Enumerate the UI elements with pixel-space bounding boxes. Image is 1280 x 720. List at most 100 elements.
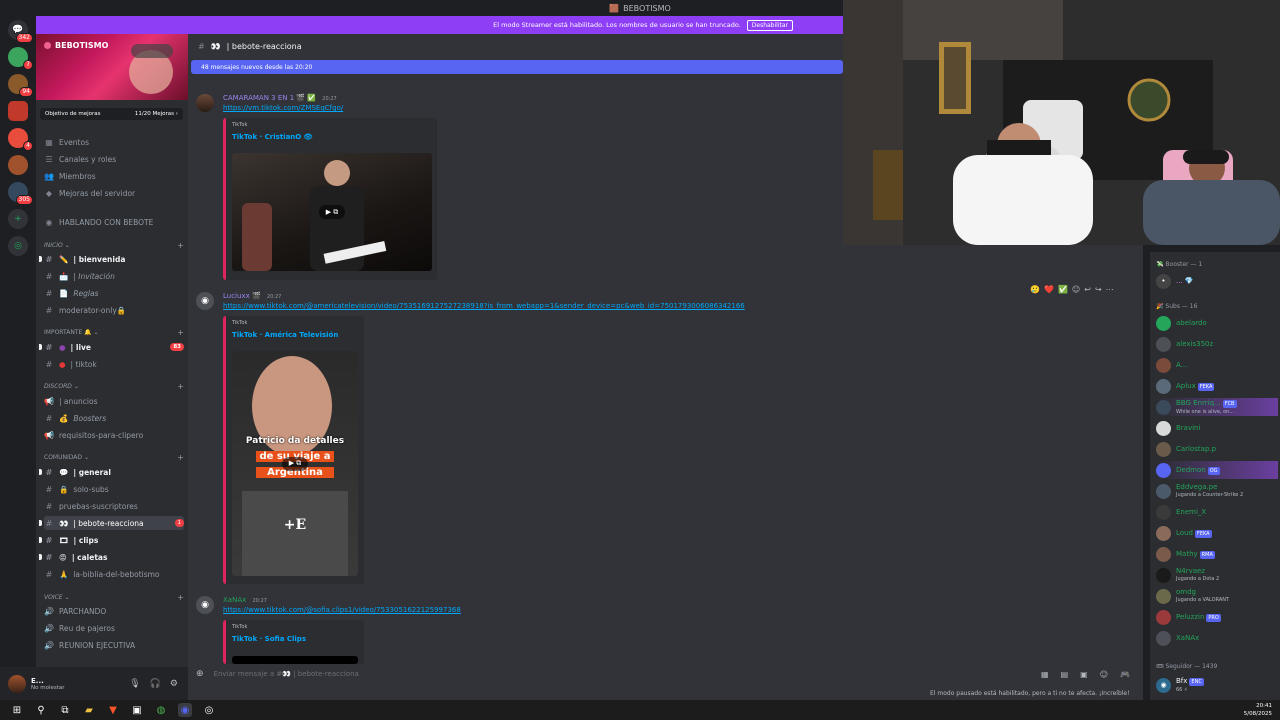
video-thumbnail[interactable]: [232, 656, 358, 664]
add-channel-icon[interactable]: +: [177, 593, 184, 602]
channel-live[interactable]: # ● | live 83: [39, 340, 184, 354]
channel-clips[interactable]: # 🎞 | clips: [39, 533, 184, 547]
apps-icon[interactable]: 🎮: [1120, 670, 1130, 679]
member-item[interactable]: abelardo: [1156, 314, 1278, 332]
category-inicio[interactable]: INICIO ⌄ +: [44, 241, 184, 250]
channel-caletas[interactable]: # 😡 | caletas: [39, 550, 184, 564]
avatar[interactable]: [196, 94, 214, 112]
server-icon[interactable]: 4: [8, 128, 33, 151]
boost-goal-bar[interactable]: Objetivo de mejoras 11/20 Mejoras ›: [40, 108, 183, 120]
gear-icon[interactable]: ⚙: [170, 679, 178, 689]
forward-icon[interactable]: ↪: [1095, 285, 1102, 294]
channel-boosters[interactable]: # 💰 Boosters: [44, 411, 184, 425]
play-icon[interactable]: ▶ ⧉: [319, 205, 345, 219]
category-voice[interactable]: VOICE ⌄ +: [44, 593, 184, 602]
sticker-icon[interactable]: ▣: [1080, 670, 1088, 679]
file-explorer-icon[interactable]: ▰: [82, 703, 96, 717]
channel-reglas[interactable]: # 📄 Reglas: [44, 286, 184, 300]
channel-bienvenida[interactable]: # ✏️ | bienvenida: [39, 252, 184, 266]
member-item[interactable]: Dedmon OG: [1156, 461, 1278, 479]
channel-requisitos[interactable]: 📢 requisitos-para-clipero: [44, 428, 184, 442]
add-channel-icon[interactable]: +: [177, 453, 184, 462]
voice-channel-reunion[interactable]: 🔊 REUNION EJECUTIVA: [44, 638, 184, 652]
add-channel-icon[interactable]: +: [177, 382, 184, 391]
category-comunidad[interactable]: COMUNIDAD ⌄ +: [44, 453, 184, 462]
windows-start-icon[interactable]: ⊞: [10, 703, 24, 717]
message-link[interactable]: https://www.tiktok.com/@sofia.clips1/vid…: [223, 606, 461, 614]
new-messages-bar[interactable]: 48 mensajes nuevos desde las 20:20: [191, 60, 843, 74]
member-item[interactable]: Aplux FEKA: [1156, 377, 1278, 395]
sidebar-item-server-boosts[interactable]: ◆ Mejoras del servidor: [44, 186, 184, 200]
add-server-icon[interactable]: +: [8, 209, 28, 229]
message-author[interactable]: Luciuxx 🎬: [223, 292, 261, 300]
channel-tiktok[interactable]: # ● | tiktok: [44, 357, 184, 371]
system-clock[interactable]: 20:41 5/08/2025: [1244, 702, 1272, 718]
sidebar-item-events[interactable]: ▦ Eventos: [44, 135, 184, 149]
server-icon[interactable]: 94: [8, 74, 33, 97]
brave-browser-icon[interactable]: ▼: [106, 703, 120, 717]
check-icon[interactable]: ✅: [1058, 285, 1068, 294]
store-icon[interactable]: ▣: [130, 703, 144, 717]
obs-icon[interactable]: ◎: [202, 703, 216, 717]
member-booster[interactable]: • ... 💎: [1156, 272, 1278, 290]
server-icon[interactable]: 305: [8, 182, 33, 205]
member-item[interactable]: Eddvega.pe Jugando a Counter-Strike 2: [1156, 482, 1278, 500]
sidebar-item-channels-roles[interactable]: ☰ Canales y roles: [44, 152, 184, 166]
video-thumbnail[interactable]: Patricio da detalles de su viaje a Argen…: [232, 351, 358, 576]
embed-title[interactable]: TikTok · América Televisión: [232, 331, 338, 339]
channel-anuncios[interactable]: 📢 | anuncios: [44, 394, 184, 408]
sidebar-item-members[interactable]: 👥 Miembros: [44, 169, 184, 183]
sidebar-item-hablando[interactable]: ◉ HABLANDO CON BEBOTE: [44, 215, 184, 229]
channel-biblia[interactable]: # 🙏 la-biblia-del-bebotismo: [44, 567, 184, 581]
server-name-header[interactable]: BEBOTISMO ⌄: [44, 41, 188, 50]
member-item[interactable]: N4rvaez Jugando a Dota 2: [1156, 566, 1278, 584]
message-author[interactable]: CAMARAMAN 3 EN 1 🎬 ✅: [223, 94, 316, 102]
discord-home-icon[interactable]: 💬 342: [8, 20, 33, 43]
headphones-icon[interactable]: 🎧: [150, 679, 161, 689]
channel-invitacion[interactable]: # 📩 | Invitación: [44, 269, 184, 283]
discord-app-icon[interactable]: ◉: [178, 703, 192, 717]
member-item[interactable]: Mathy RMA: [1156, 545, 1278, 563]
member-item[interactable]: ◉ Bfx ENC 66 ⚡: [1156, 676, 1278, 694]
avatar[interactable]: [8, 674, 26, 693]
discord-avatar-icon[interactable]: ◉: [196, 596, 214, 614]
search-icon[interactable]: ⚲: [34, 703, 48, 717]
reaction-icon[interactable]: 🥲: [1030, 285, 1040, 294]
channel-general[interactable]: # 💬 | general: [39, 465, 184, 479]
member-item[interactable]: Enemi_X: [1156, 503, 1278, 521]
channel-pruebas[interactable]: # pruebas-suscriptores: [44, 499, 184, 513]
channel-moderator-only[interactable]: # moderator-only🔒: [44, 303, 184, 317]
voice-channel-pajeros[interactable]: 🔊 Reu de pajeros: [44, 621, 184, 635]
add-channel-icon[interactable]: +: [177, 241, 184, 250]
embed-title[interactable]: TikTok · CristianO 👁: [232, 133, 313, 141]
member-item[interactable]: alexis350z: [1156, 335, 1278, 353]
emoji-icon[interactable]: ☺: [1100, 670, 1108, 679]
member-item[interactable]: omdg Jugando a VALORANT: [1156, 587, 1278, 605]
add-channel-icon[interactable]: +: [177, 328, 184, 337]
message-author[interactable]: XaNAx: [223, 596, 246, 604]
member-item[interactable]: A...: [1156, 356, 1278, 374]
attach-icon[interactable]: ⊕: [196, 669, 204, 679]
channel-bebote-reacciona[interactable]: # 👀 | bebote-reacciona 1: [39, 516, 184, 530]
voice-channel-parchando[interactable]: 🔊 PARCHANDO: [44, 604, 184, 618]
server-icon[interactable]: [8, 101, 28, 121]
server-icon[interactable]: [8, 155, 28, 175]
member-item[interactable]: XaNAx: [1156, 629, 1278, 647]
user-info[interactable]: E... No molestar: [31, 677, 65, 691]
message-link[interactable]: https://vm.tiktok.com/ZMSEqCfgo/: [223, 104, 343, 112]
gift-icon[interactable]: ▦: [1041, 670, 1049, 679]
message-link[interactable]: https://www.tiktok.com/@americatelevisio…: [223, 302, 745, 310]
member-item[interactable]: Loud FEKA: [1156, 524, 1278, 542]
embed-title[interactable]: TikTok · Sofia Clips: [232, 635, 306, 643]
member-item[interactable]: Bravini: [1156, 419, 1278, 437]
server-icon[interactable]: 7: [8, 47, 33, 70]
reply-icon[interactable]: ↩: [1084, 285, 1091, 294]
more-icon[interactable]: ⋯: [1106, 285, 1114, 294]
discord-avatar-icon[interactable]: ◉: [196, 292, 214, 310]
heart-icon[interactable]: ❤️: [1044, 285, 1054, 294]
category-importante[interactable]: IMPORTANTE 🔔 ⌄ +: [44, 328, 184, 337]
message-input[interactable]: Enviar mensaje a #👀 | bebote-reacciona: [214, 670, 359, 678]
channel-solo-subs[interactable]: # 🔒 solo-subs: [44, 482, 184, 496]
add-reaction-icon[interactable]: ☺: [1072, 285, 1080, 294]
microphone-icon[interactable]: 🎙: [129, 679, 140, 689]
